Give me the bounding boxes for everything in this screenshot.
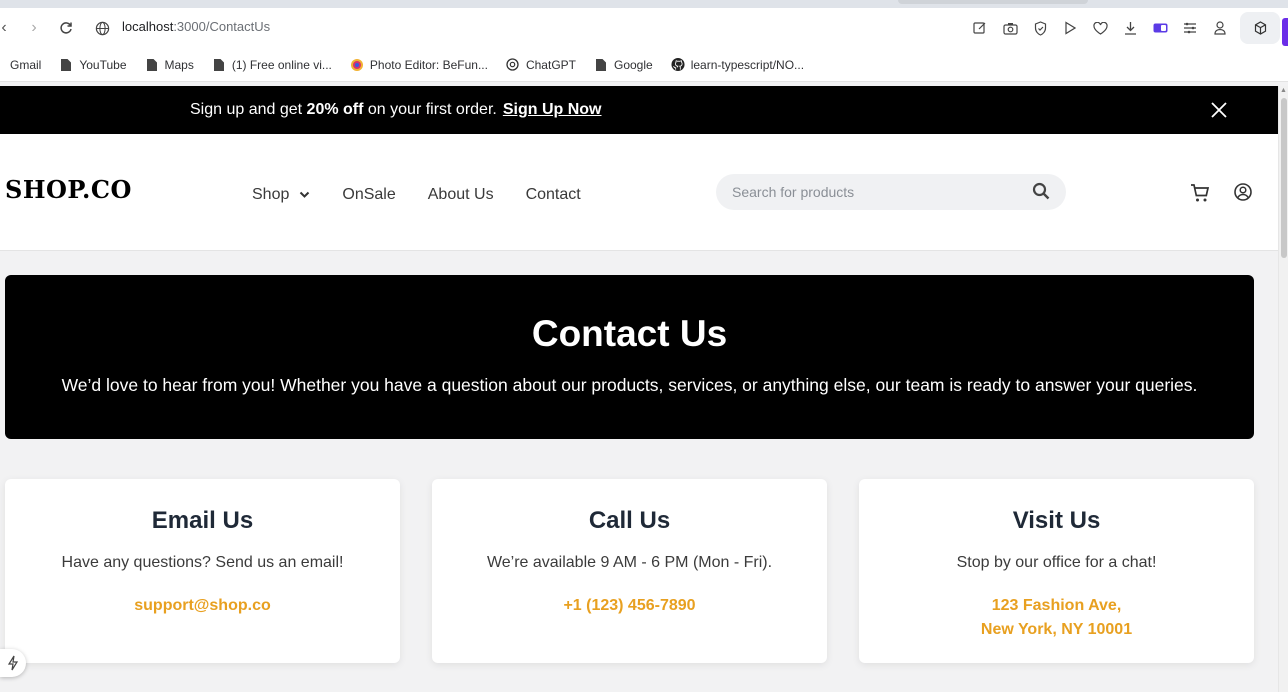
promo-text-before: Sign up and get	[190, 101, 307, 118]
address-link[interactable]: 123 Fashion Ave, New York, NY 10001	[859, 594, 1254, 642]
download-icon[interactable]	[1120, 18, 1140, 38]
bookmark-label: learn-typescript/NO...	[690, 57, 805, 72]
page-viewport: Sign up and get 20% off on your first or…	[0, 86, 1278, 692]
page-scrollbar[interactable]: ▲	[1278, 86, 1288, 692]
bookmark-maps[interactable]: Maps	[145, 58, 194, 72]
bookmark-label: ChatGPT	[525, 57, 576, 72]
address-line-1: 123 Fashion Ave,	[991, 597, 1122, 614]
camera-icon[interactable]	[1000, 18, 1020, 38]
contact-hero: Contact Us We’d love to hear from you! W…	[5, 275, 1254, 439]
bookmark-label: Photo Editor: BeFun...	[369, 57, 488, 72]
bookmark-youtube[interactable]: YouTube	[59, 57, 127, 72]
bookmark-label: Gmail	[10, 57, 42, 72]
scroll-up-icon[interactable]: ▲	[1280, 87, 1287, 94]
chatgpt-icon	[506, 58, 520, 72]
profile-icon[interactable]	[1210, 18, 1230, 38]
bookmark-github[interactable]: learn-typescript/NO...	[671, 58, 804, 72]
promo-highlight: 20% off	[306, 101, 364, 118]
address-bar: ‹ › localhost:3000/ContactUs	[0, 8, 1288, 48]
heart-icon[interactable]	[1090, 18, 1110, 38]
shield-icon[interactable]	[1030, 18, 1050, 38]
bookmark-chatgpt[interactable]: ChatGPT	[506, 58, 576, 72]
chevron-down-icon	[300, 191, 310, 198]
site-logo[interactable]: SHOP.CO	[5, 175, 132, 204]
page-icon	[594, 58, 608, 72]
account-icon[interactable]	[1233, 182, 1255, 204]
reload-icon[interactable]	[56, 18, 76, 38]
bookmark-gmail[interactable]: Gmail	[0, 58, 41, 72]
url-path: :3000/ContactUs	[173, 19, 271, 34]
phone-link[interactable]: +1 (123) 456-7890	[432, 594, 827, 618]
toggle-extension-icon[interactable]	[1150, 18, 1170, 38]
cart-icon[interactable]	[1189, 182, 1211, 204]
befunky-icon	[350, 58, 364, 72]
page-icon	[59, 58, 73, 72]
site-header: SHOP.CO Shop OnSale About Us Contact	[0, 134, 1278, 251]
call-card: Call Us We’re available 9 AM - 6 PM (Mon…	[432, 479, 827, 663]
github-icon	[671, 57, 685, 72]
url-field[interactable]: localhost:3000/ContactUs	[122, 19, 270, 34]
bookmark-label: YouTube	[79, 57, 127, 72]
forward-icon[interactable]: ›	[24, 18, 44, 38]
card-description: Have any questions? Send us an email!	[61, 554, 344, 571]
nav-shop-label: Shop	[252, 186, 290, 203]
nav-contact[interactable]: Contact	[526, 186, 581, 204]
bookmark-label: Maps	[164, 57, 194, 72]
active-tab[interactable]	[898, 0, 1088, 4]
visit-card: Visit Us Stop by our office for a chat! …	[859, 479, 1254, 663]
edit-icon[interactable]	[970, 18, 990, 38]
main-nav: Shop OnSale About Us Contact	[252, 186, 613, 204]
card-title: Visit Us	[1012, 507, 1101, 534]
card-description: Stop by our office for a chat!	[956, 554, 1157, 571]
menu-lines-icon[interactable]	[1180, 18, 1200, 38]
card-description: We’re available 9 AM - 6 PM (Mon - Fri).	[486, 554, 773, 571]
bookmark-google[interactable]: Google	[594, 58, 653, 72]
extension-cube-button[interactable]	[1240, 12, 1280, 44]
card-title: Email Us	[151, 507, 254, 534]
play-icon[interactable]	[1060, 18, 1080, 38]
url-host: localhost	[122, 19, 174, 34]
search-bar	[716, 174, 1066, 210]
bookmark-label: (1) Free online vi...	[231, 57, 332, 72]
hero-subtitle: We’d love to hear from you! Whether you …	[61, 375, 1198, 395]
browser-tab-strip	[0, 0, 1288, 8]
bookmark-free-online[interactable]: (1) Free online vi...	[212, 58, 332, 72]
page-title: Contact Us	[531, 313, 728, 354]
page-icon	[145, 58, 159, 72]
promo-text: Sign up and get 20% off on your first or…	[190, 101, 602, 119]
back-icon[interactable]: ‹	[0, 18, 14, 38]
site-info-icon[interactable]	[92, 18, 112, 38]
bookmarks-bar: Gmail YouTube Maps (1) Free online vi...…	[0, 48, 1288, 82]
promo-text-after: on your first order.	[363, 101, 497, 118]
side-panel-accent	[1282, 18, 1288, 46]
bookmark-label: Google	[613, 57, 653, 72]
close-icon[interactable]	[1208, 99, 1230, 121]
gmail-icon	[0, 58, 4, 72]
bookmark-befunky[interactable]: Photo Editor: BeFun...	[350, 58, 488, 72]
search-input[interactable]	[732, 184, 1022, 200]
nav-about-us[interactable]: About Us	[428, 186, 494, 204]
page-icon	[212, 58, 226, 72]
scrollbar-thumb[interactable]	[1281, 98, 1287, 258]
promo-banner: Sign up and get 20% off on your first or…	[0, 86, 1278, 134]
card-title: Call Us	[588, 507, 671, 534]
address-line-2: New York, NY 10001	[980, 621, 1133, 638]
email-card: Email Us Have any questions? Send us an …	[5, 479, 400, 663]
search-icon[interactable]	[1032, 182, 1052, 202]
sign-up-link[interactable]: Sign Up Now	[503, 101, 602, 118]
nav-onsale[interactable]: OnSale	[342, 186, 395, 204]
nav-shop[interactable]: Shop	[252, 186, 310, 204]
email-link[interactable]: support@shop.co	[5, 594, 400, 618]
